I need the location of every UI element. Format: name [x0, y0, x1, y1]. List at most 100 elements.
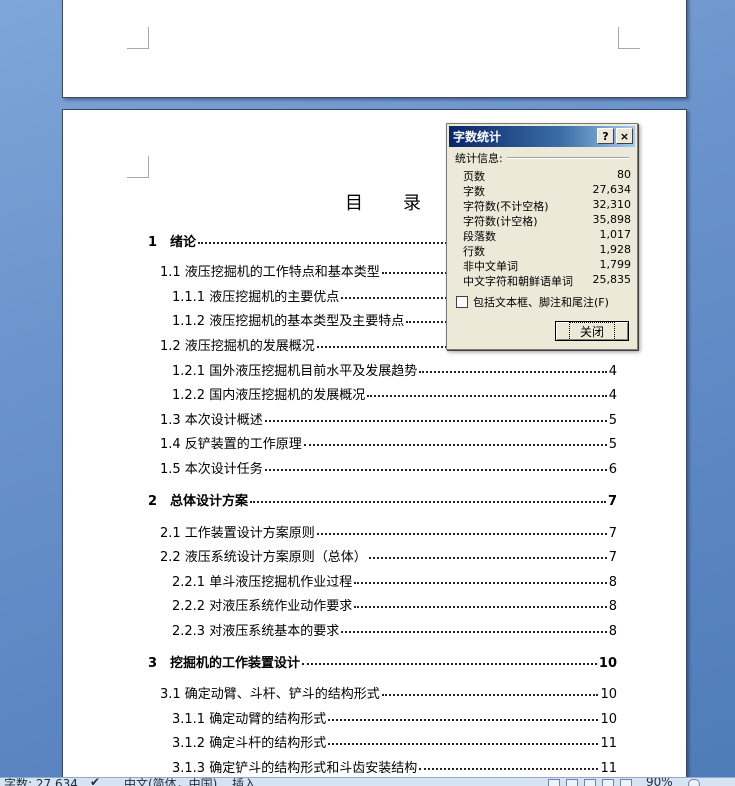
- toc-entry-label: 1.1.2 液压挖掘机的基本类型及主要特点: [172, 314, 405, 329]
- zoom-out-icon[interactable]: [688, 779, 700, 786]
- statistic-name: 行数: [463, 245, 485, 258]
- toc-entry-page: 8: [608, 624, 617, 639]
- toc-entry[interactable]: 2.2 液压系统设计方案原则（总体） 7: [160, 546, 617, 565]
- statistic-value: 80: [617, 168, 631, 181]
- toc-leader-dots: [354, 572, 607, 584]
- toc-entry[interactable]: 1.2.1 国外液压挖掘机目前水平及发展趋势 4: [172, 360, 617, 379]
- toc-entry-label: 2 总体设计方案: [148, 494, 249, 509]
- section-label: 统计信息:: [455, 152, 503, 165]
- toc-entry[interactable]: 3.1.2 确定斗杆的结构形式 11: [172, 732, 617, 751]
- outline-view-icon[interactable]: [602, 779, 614, 786]
- toc-entry[interactable]: 3.1.3 确定铲斗的结构形式和斗齿安装结构 11: [172, 757, 617, 776]
- previous-page: [62, 0, 687, 98]
- toc-entry-label: 1 绪论: [148, 235, 197, 250]
- language-status[interactable]: 中文(简体，中国): [124, 778, 217, 786]
- toc-entry-page: 6: [608, 462, 617, 477]
- toc-entry-label: 2.1 工作装置设计方案原则: [160, 526, 315, 541]
- toc-entry-label: 1.2.2 国内液压挖掘机的发展概况: [172, 388, 366, 403]
- statistic-name: 字数: [463, 185, 485, 198]
- toc-entry[interactable]: 2 总体设计方案 7: [148, 490, 617, 509]
- status-bar: 字数: 27,634 ✔ 中文(简体，中国) 插入 90%: [0, 777, 735, 786]
- toc-leader-dots: [367, 385, 607, 397]
- toc-title: 目录: [345, 193, 423, 214]
- draft-view-icon[interactable]: [620, 779, 632, 786]
- statistic-name: 非中文单词: [463, 260, 518, 273]
- toc-entry-label: 1.3 本次设计概述: [160, 413, 263, 428]
- page-corner-mark: [618, 27, 640, 49]
- toc-entry-label: 1.1.1 液压挖掘机的主要优点: [172, 290, 340, 305]
- statistic-row: 行数 1,928: [463, 243, 631, 258]
- toc-entry[interactable]: 2.2.1 单斗液压挖掘机作业过程 8: [172, 571, 617, 590]
- toc-entry[interactable]: 2.1 工作装置设计方案原则 7: [160, 522, 617, 541]
- statistic-value: 25,835: [592, 273, 632, 286]
- toc-leader-dots: [341, 621, 607, 633]
- toc-entry-label: 2.2.3 对液压系统基本的要求: [172, 624, 340, 639]
- toc-leader-dots: [328, 733, 599, 745]
- toc-entry[interactable]: 2.2.3 对液压系统基本的要求 8: [172, 620, 617, 639]
- toc-entry-page: 10: [600, 712, 617, 727]
- statistic-row: 中文字符和朝鲜语单词 25,835: [463, 273, 631, 288]
- toc-leader-dots: [250, 491, 606, 503]
- print-layout-view-icon[interactable]: [548, 779, 560, 786]
- toc-entry-label: 1.5 本次设计任务: [160, 462, 263, 477]
- toc-leader-dots: [419, 361, 607, 373]
- toc-leader-dots: [264, 459, 607, 471]
- full-screen-reading-view-icon[interactable]: [566, 779, 578, 786]
- close-dialog-button[interactable]: ×: [616, 128, 633, 144]
- section-divider: [506, 157, 629, 159]
- toc-entry-label: 3 挖掘机的工作装置设计: [148, 656, 301, 671]
- statistics-section: 统计信息:: [455, 151, 629, 165]
- toc-leader-dots: [381, 684, 599, 696]
- statistic-value: 32,310: [592, 198, 632, 211]
- include-textboxes-option[interactable]: 包括文本框、脚注和尾注(F): [456, 294, 609, 309]
- statistic-value: 1,017: [599, 228, 632, 241]
- toc-leader-dots: [328, 709, 599, 721]
- close-button[interactable]: 关闭: [555, 321, 629, 341]
- close-icon: ×: [619, 129, 630, 143]
- toc-entry-label: 1.2 液压挖掘机的发展概况: [160, 339, 315, 354]
- toc-leader-dots: [368, 547, 607, 559]
- toc-leader-dots: [316, 523, 607, 535]
- toc-entry-label: 2.2 液压系统设计方案原则（总体）: [160, 550, 367, 565]
- dialog-titlebar[interactable]: 字数统计 ? ×: [449, 126, 635, 147]
- toc-entry[interactable]: 2.2.2 对液压系统作业动作要求 8: [172, 595, 617, 614]
- toc-entry-label: 1.1 液压挖掘机的工作特点和基本类型: [160, 265, 380, 280]
- statistic-row: 字数 27,634: [463, 183, 631, 198]
- close-button-label: 关闭: [568, 321, 615, 341]
- statistic-value: 1,928: [599, 243, 632, 256]
- toc-entry-label: 3.1.3 确定铲斗的结构形式和斗齿安装结构: [172, 761, 418, 776]
- toc-entry-label: 3.1 确定动臂、斗杆、铲斗的结构形式: [160, 687, 380, 702]
- toc-entry-page: 11: [600, 736, 617, 751]
- insert-mode-status[interactable]: 插入: [232, 778, 256, 786]
- toc-entry[interactable]: 3.1.1 确定动臂的结构形式 10: [172, 708, 617, 727]
- word-count-dialog[interactable]: 字数统计 ? × 统计信息: 页数 80 字数 27,634 字符数(不计空格) 32,3…: [446, 123, 638, 350]
- toc-entry[interactable]: 1.5 本次设计任务 6: [160, 458, 617, 477]
- statistic-row: 字符数(计空格) 35,898: [463, 213, 631, 228]
- include-textboxes-checkbox[interactable]: [456, 295, 468, 308]
- toc-entry-page: 7: [608, 526, 617, 541]
- statistic-name: 字符数(计空格): [463, 215, 538, 228]
- statistic-name: 段落数: [463, 230, 496, 243]
- toc-entry-label: 2.2.2 对液压系统作业动作要求: [172, 599, 353, 614]
- help-button[interactable]: ?: [597, 128, 614, 144]
- toc-entry-label: 3.1.1 确定动臂的结构形式: [172, 712, 327, 727]
- web-layout-view-icon[interactable]: [584, 779, 596, 786]
- toc-entry[interactable]: 1.3 本次设计概述 5: [160, 409, 617, 428]
- page-corner-mark: [127, 27, 149, 49]
- statistic-name: 页数: [463, 170, 485, 183]
- toc-entry[interactable]: 1.2.2 国内液压挖掘机的发展概况 4: [172, 384, 617, 403]
- toc-entry-page: 7: [607, 494, 617, 509]
- toc-entry-label: 3.1.2 确定斗杆的结构形式: [172, 736, 327, 751]
- toc-entry-page: 4: [608, 388, 617, 403]
- word-count-status[interactable]: 字数: 27,634: [4, 778, 78, 786]
- toc-entry[interactable]: 3.1 确定动臂、斗杆、铲斗的结构形式 10: [160, 683, 617, 702]
- statistic-row: 非中文单词 1,799: [463, 258, 631, 273]
- toc-entry-label: 1.4 反铲装置的工作原理: [160, 437, 302, 452]
- help-icon: ?: [602, 129, 609, 143]
- toc-entry[interactable]: 3 挖掘机的工作装置设计 10: [148, 652, 617, 671]
- toc-entry-page: 5: [608, 413, 617, 428]
- statistic-row: 字符数(不计空格) 32,310: [463, 198, 631, 213]
- toc-entry[interactable]: 1.4 反铲装置的工作原理 5: [160, 433, 617, 452]
- zoom-level[interactable]: 90%: [646, 778, 673, 786]
- spelling-icon[interactable]: ✔: [90, 778, 100, 786]
